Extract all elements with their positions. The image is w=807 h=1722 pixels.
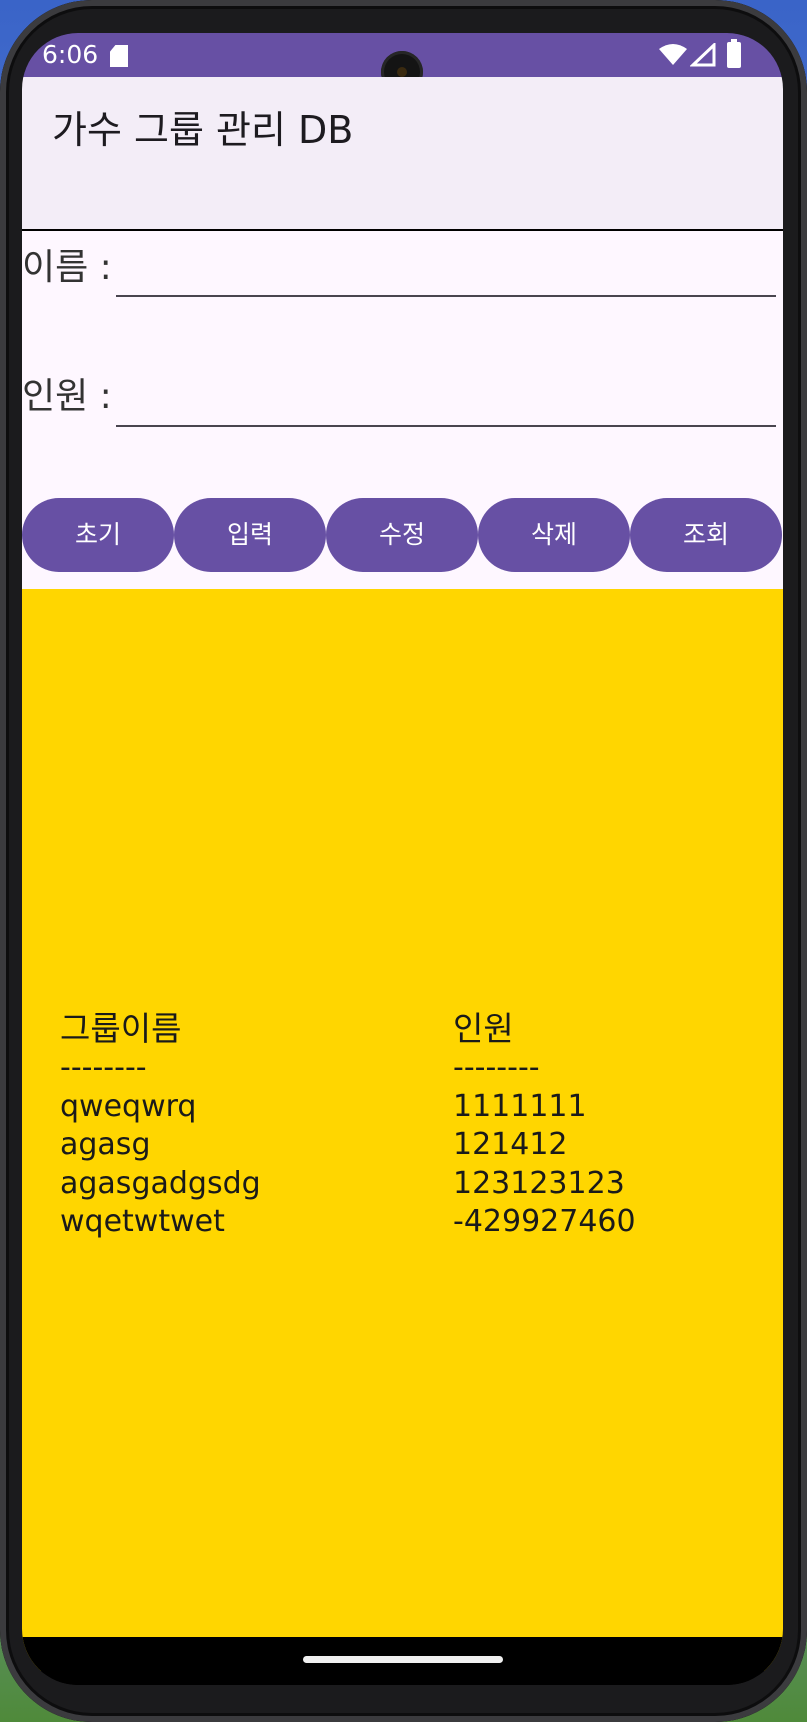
delete-button[interactable]: 삭제	[478, 498, 630, 572]
member-count-cell: 123123123	[453, 1165, 625, 1201]
name-input[interactable]	[116, 231, 776, 297]
update-button[interactable]: 수정	[326, 498, 478, 572]
member-count-cell: -429927460	[453, 1204, 636, 1239]
member-count-column: 인원 -------- 1111111 121412 123123123 -42…	[453, 1009, 636, 1242]
result-area: 그룹이름 -------- qweqwrq agasg agasgadgsdg …	[22, 589, 783, 1671]
member-count-separator: --------	[453, 1050, 540, 1085]
app-bar: 가수 그룹 관리 DB	[22, 77, 783, 229]
battery-icon	[727, 39, 741, 68]
home-gesture-handle[interactable]	[303, 1656, 503, 1663]
group-name-cell: wqetwtwet	[60, 1204, 225, 1239]
sd-card-icon	[110, 45, 128, 67]
insert-button[interactable]: 입력	[174, 498, 326, 572]
group-name-cell: agasg	[60, 1127, 151, 1162]
group-name-cell: qweqwrq	[60, 1088, 197, 1124]
app-title: 가수 그룹 관리 DB	[52, 108, 354, 152]
group-name-cell: agasgadgsdg	[60, 1165, 261, 1201]
phone-frame: 6:06 가수 그룹 관리 DB 이름 : 인원 : 초기 입력 수정 삭제 조…	[0, 0, 807, 1722]
screen: 6:06 가수 그룹 관리 DB 이름 : 인원 : 초기 입력 수정 삭제 조…	[22, 33, 783, 1685]
group-name-separator: --------	[60, 1050, 147, 1085]
wifi-icon	[659, 44, 687, 65]
group-name-column: 그룹이름 -------- qweqwrq agasg agasgadgsdg …	[60, 1009, 261, 1242]
member-count-header: 인원	[453, 1009, 514, 1048]
name-label: 이름 :	[22, 247, 112, 288]
status-time: 6:06	[42, 40, 99, 69]
name-input-underline	[116, 295, 776, 297]
member-count-cell: 1111111	[453, 1088, 587, 1124]
count-label: 인원 :	[22, 376, 112, 417]
member-count-cell: 121412	[453, 1127, 568, 1162]
count-input[interactable]	[116, 359, 776, 425]
group-name-header: 그룹이름	[60, 1009, 182, 1048]
reset-button[interactable]: 초기	[22, 498, 174, 572]
form-area: 이름 : 인원 : 초기 입력 수정 삭제 조회	[22, 231, 783, 623]
signal-icon	[690, 43, 716, 67]
select-button[interactable]: 조회	[630, 498, 782, 572]
count-input-underline	[116, 425, 776, 427]
